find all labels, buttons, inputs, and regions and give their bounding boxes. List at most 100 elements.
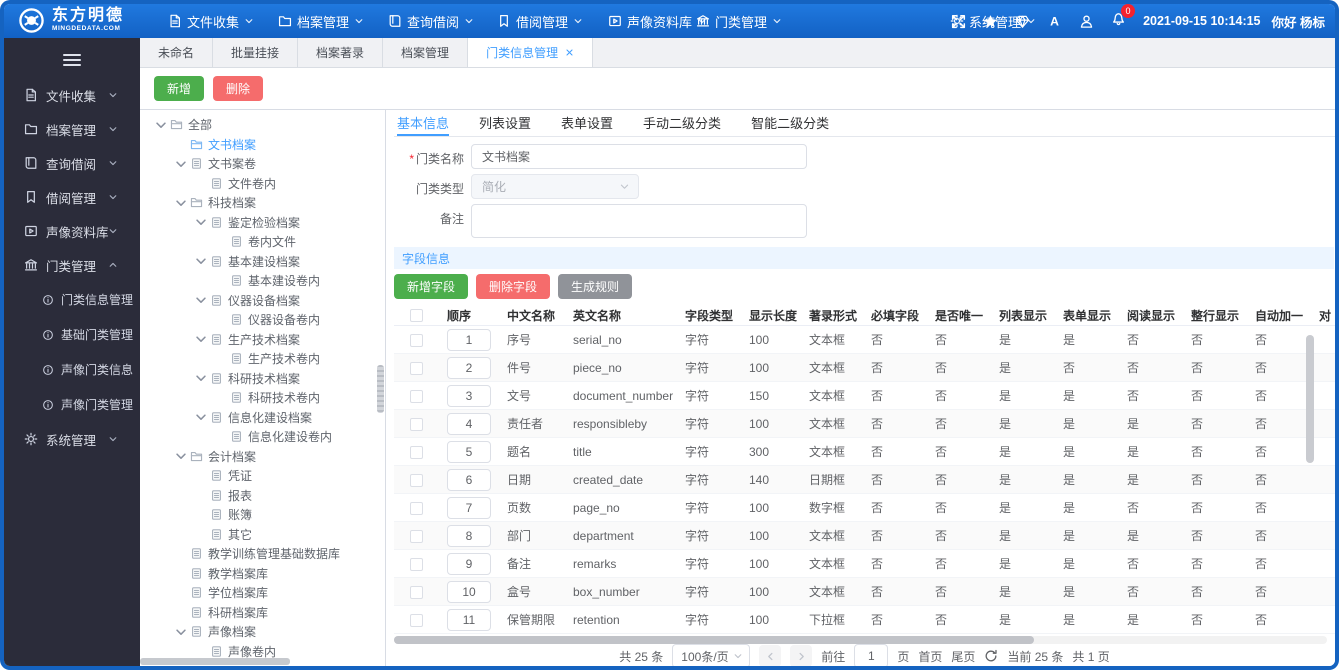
tree-vertical-scrollbar[interactable] [377,365,384,413]
chevron-down-icon[interactable] [174,196,188,210]
collapse-menu-icon[interactable] [63,54,81,66]
row-checkbox[interactable] [409,557,423,571]
row-checkbox[interactable] [409,361,423,375]
tree-node-24[interactable]: 教学档案库 [140,564,385,584]
tree-node-12[interactable]: 生产技术档案 [140,330,385,350]
chevron-down-icon[interactable] [194,332,208,346]
page-size-select[interactable]: 100条/页 [672,644,751,666]
tree-node-7[interactable]: 卷内文件 [140,232,385,252]
top-menu-2[interactable]: 档案管理 [278,4,364,38]
tree-node-10[interactable]: 仪器设备档案 [140,291,385,311]
sidebar-item-7[interactable]: 系统管理 [4,422,140,456]
tree-node-6[interactable]: 鉴定检验档案 [140,213,385,233]
chevron-down-icon[interactable] [174,449,188,463]
prev-page-button[interactable] [759,645,782,666]
user-icon[interactable] [1079,14,1094,29]
chevron-down-icon[interactable] [194,254,208,268]
workspace-tab-3[interactable]: 档案著录 [298,38,384,67]
order-input[interactable]: 1 [447,328,491,351]
detail-tab-5[interactable]: 智能二级分类 [751,110,829,136]
detail-tab-3[interactable]: 表单设置 [561,110,613,136]
tree-node-14[interactable]: 科研技术档案 [140,369,385,389]
tree-node-13[interactable]: 生产技术卷内 [140,349,385,369]
top-menu-5[interactable]: 声像资料库 [608,4,707,38]
top-menu-6[interactable]: 门类管理 [696,4,782,38]
chevron-down-icon[interactable] [174,625,188,639]
next-page-button[interactable] [790,645,813,666]
row-checkbox[interactable] [409,473,423,487]
delete-field-button[interactable]: 删除字段 [476,274,551,299]
order-input[interactable]: 9 [447,552,491,575]
tree-node-9[interactable]: 基本建设卷内 [140,271,385,291]
tree-node-21[interactable]: 账簿 [140,505,385,525]
table-vertical-scrollbar[interactable] [1306,335,1314,463]
tree-node-23[interactable]: 教学训练管理基础数据库 [140,544,385,564]
tree-node-11[interactable]: 仪器设备卷内 [140,310,385,330]
sidebar-item-5[interactable]: 声像资料库 [4,214,140,248]
tree-node-8[interactable]: 基本建设档案 [140,252,385,272]
tree-node-5[interactable]: 科技档案 [140,193,385,213]
select-all-checkbox[interactable] [409,309,423,323]
workspace-tab-2[interactable]: 批量挂接 [213,38,299,67]
order-input[interactable]: 10 [447,580,491,603]
chevron-down-icon[interactable] [154,118,168,132]
order-input[interactable]: 11 [447,608,491,631]
order-input[interactable]: 7 [447,496,491,519]
order-input[interactable]: 2 [447,356,491,379]
tree-node-20[interactable]: 报表 [140,486,385,506]
sidebar-item-4[interactable]: 借阅管理 [4,180,140,214]
row-checkbox[interactable] [409,389,423,403]
tree-node-26[interactable]: 科研档案库 [140,603,385,623]
chevron-down-icon[interactable] [194,410,208,424]
table-horizontal-scrollbar[interactable] [394,636,1034,644]
category-name-input[interactable]: 文书档案 [471,144,807,169]
sidebar-item-1[interactable]: 文件收集 [4,78,140,112]
workspace-tab-5[interactable]: 门类信息管理 [468,38,594,67]
chevron-down-icon[interactable] [194,371,208,385]
close-icon[interactable] [565,48,574,57]
fullscreen-icon[interactable] [951,14,966,29]
sidebar-item-2[interactable]: 档案管理 [4,112,140,146]
sidebar-subitem-4[interactable]: 声像门类管理 [4,387,140,422]
tree-node-18[interactable]: 会计档案 [140,447,385,467]
workspace-tab-4[interactable]: 档案管理 [383,38,469,67]
tree-node-25[interactable]: 学位档案库 [140,583,385,603]
detail-tab-4[interactable]: 手动二级分类 [643,110,721,136]
tree-node-17[interactable]: 信息化建设卷内 [140,427,385,447]
top-menu-1[interactable]: 文件收集 [168,4,254,38]
page-number-input[interactable]: 1 [854,644,889,666]
tree-horizontal-scrollbar[interactable] [140,658,290,665]
row-checkbox[interactable] [409,333,423,347]
tree-node-22[interactable]: 其它 [140,525,385,545]
order-input[interactable]: 5 [447,440,491,463]
first-page-link[interactable]: 首页 [918,648,942,665]
row-checkbox[interactable] [409,417,423,431]
gem-icon[interactable] [1015,14,1030,29]
sidebar-item-6[interactable]: 门类管理 [4,248,140,282]
delete-button[interactable]: 删除 [213,76,264,101]
sidebar-subitem-1[interactable]: 门类信息管理 [4,282,140,317]
sidebar-item-3[interactable]: 查询借阅 [4,146,140,180]
notifications[interactable]: 0 [1111,4,1136,31]
sidebar-subitem-2[interactable]: 基础门类管理 [4,317,140,352]
tree-node-3[interactable]: 文书案卷 [140,154,385,174]
remark-textarea[interactable] [471,204,807,238]
tree-node-27[interactable]: 声像档案 [140,622,385,642]
order-input[interactable]: 6 [447,468,491,491]
tree-node-4[interactable]: 文件卷内 [140,174,385,194]
chevron-down-icon[interactable] [194,293,208,307]
row-checkbox[interactable] [409,445,423,459]
workspace-tab-1[interactable]: 未命名 [140,38,214,67]
order-input[interactable]: 3 [447,384,491,407]
add-field-button[interactable]: 新增字段 [394,274,469,299]
row-checkbox[interactable] [409,613,423,627]
row-checkbox[interactable] [409,501,423,515]
font-icon[interactable]: A [1047,14,1062,29]
last-page-link[interactable]: 尾页 [951,648,975,665]
detail-tab-2[interactable]: 列表设置 [479,110,531,136]
tree-node-16[interactable]: 信息化建设档案 [140,408,385,428]
order-input[interactable]: 4 [447,412,491,435]
tree-node-15[interactable]: 科研技术卷内 [140,388,385,408]
tree-node-19[interactable]: 凭证 [140,466,385,486]
star-icon[interactable] [983,14,998,29]
